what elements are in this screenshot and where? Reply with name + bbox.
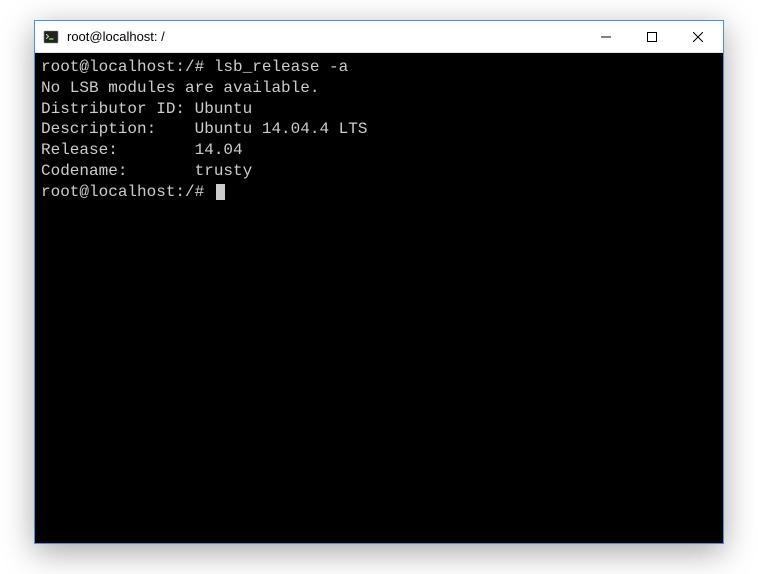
close-icon xyxy=(693,32,703,42)
terminal-line: Codename: trusty xyxy=(41,161,717,182)
terminal-line: No LSB modules are available. xyxy=(41,78,717,99)
terminal-output[interactable]: root@localhost:/# lsb_release -aNo LSB m… xyxy=(35,53,723,543)
terminal-window: root@localhost: / xyxy=(34,20,724,544)
maximize-button[interactable] xyxy=(629,22,675,52)
minimize-icon xyxy=(601,32,611,42)
terminal-prompt: root@localhost:/# xyxy=(41,183,214,201)
terminal-line: Description: Ubuntu 14.04.4 LTS xyxy=(41,119,717,140)
terminal-line: Distributor ID: Ubuntu xyxy=(41,99,717,120)
terminal-line: Release: 14.04 xyxy=(41,140,717,161)
window-controls xyxy=(583,22,721,52)
terminal-icon xyxy=(43,29,59,45)
terminal-prompt-line: root@localhost:/# xyxy=(41,182,717,203)
window-title: root@localhost: / xyxy=(67,29,583,44)
close-button[interactable] xyxy=(675,22,721,52)
minimize-button[interactable] xyxy=(583,22,629,52)
cursor xyxy=(216,184,225,200)
terminal-line: root@localhost:/# lsb_release -a xyxy=(41,57,717,78)
titlebar[interactable]: root@localhost: / xyxy=(35,21,723,53)
maximize-icon xyxy=(647,32,657,42)
